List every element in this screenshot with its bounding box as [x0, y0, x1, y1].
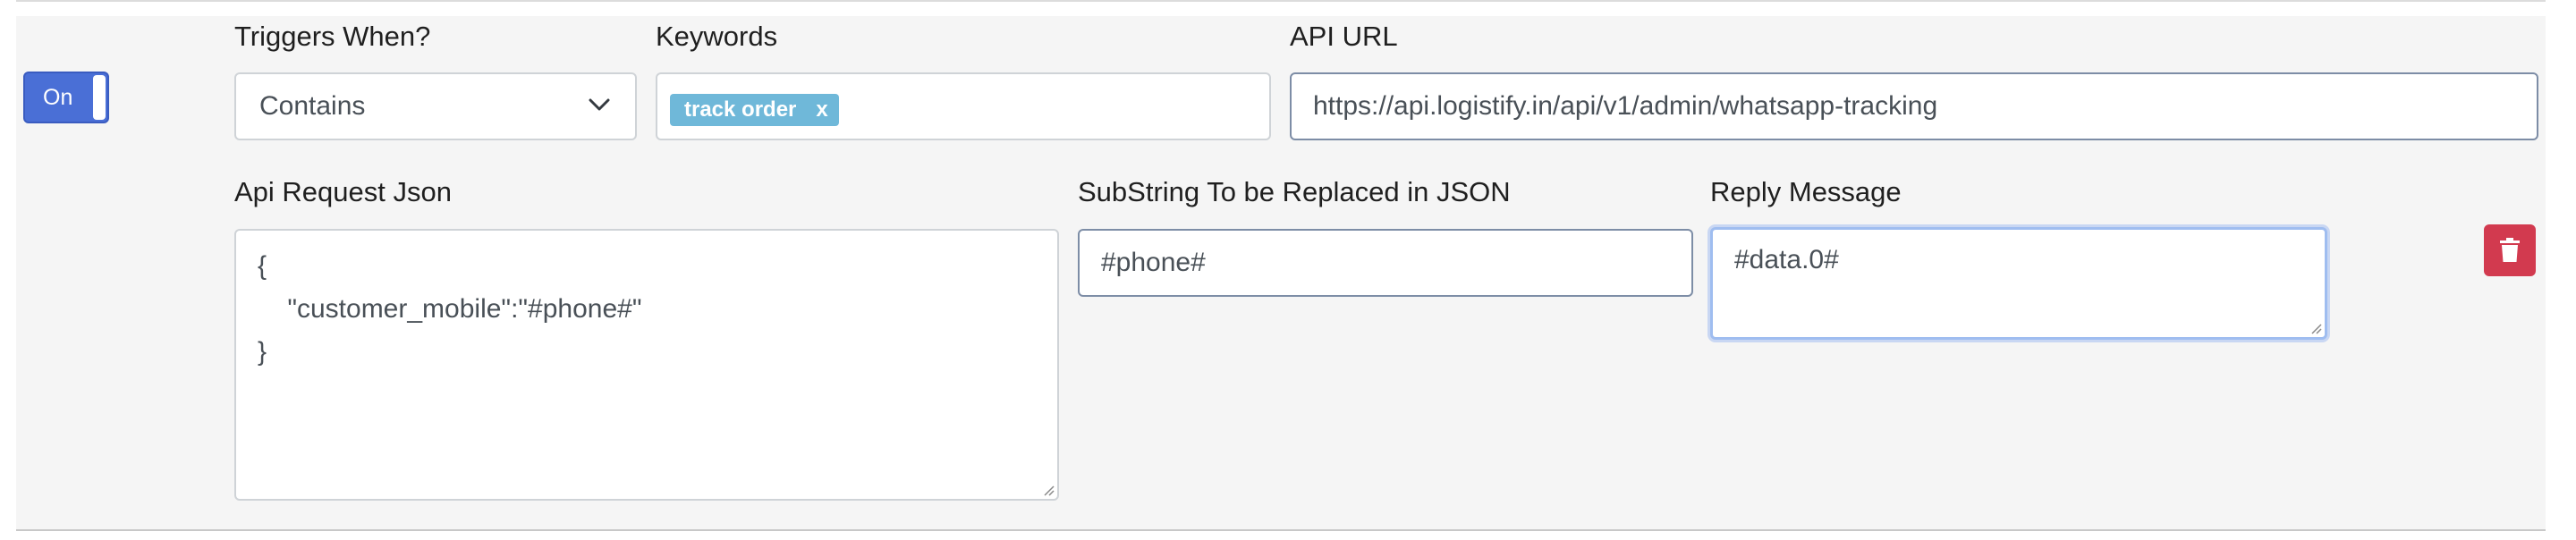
keyword-tag-label: track order	[684, 97, 797, 122]
keyword-tag: track order x	[670, 94, 839, 126]
substring-label: SubString To be Replaced in JSON	[1078, 176, 1511, 207]
api-request-json-label: Api Request Json	[234, 176, 452, 207]
triggers-select[interactable]: Contains	[234, 72, 637, 140]
status-toggle[interactable]: On	[23, 72, 109, 123]
toggle-label: On	[43, 85, 73, 110]
keywords-label: Keywords	[656, 21, 778, 52]
substring-value: #phone#	[1101, 248, 1206, 277]
triggers-selected-value: Contains	[259, 91, 366, 121]
triggers-label: Triggers When?	[234, 21, 431, 52]
api-url-label: API URL	[1290, 21, 1398, 52]
trash-icon	[2500, 238, 2520, 262]
reply-message-label: Reply Message	[1710, 176, 1902, 207]
substring-input[interactable]: #phone#	[1078, 229, 1693, 297]
resize-handle-icon[interactable]	[2309, 322, 2322, 334]
keywords-input[interactable]: track order x	[656, 72, 1271, 140]
api-url-input[interactable]: https://api.logistify.in/api/v1/admin/wh…	[1290, 72, 2538, 140]
api-request-json-value: { "customer_mobile":"#phone#" }	[258, 251, 642, 367]
api-url-value: https://api.logistify.in/api/v1/admin/wh…	[1313, 91, 1938, 121]
reply-message-textarea[interactable]: #data.0#	[1710, 227, 2327, 340]
reply-message-value: #data.0#	[1734, 245, 1839, 274]
top-divider	[16, 0, 2546, 2]
api-request-json-textarea[interactable]: { "customer_mobile":"#phone#" }	[234, 229, 1059, 501]
bottom-divider	[16, 529, 2546, 531]
remove-tag-icon[interactable]: x	[816, 97, 827, 122]
toggle-knob	[93, 75, 106, 120]
chevron-down-icon	[589, 98, 610, 111]
resize-handle-icon[interactable]	[1042, 484, 1055, 496]
delete-button[interactable]	[2484, 224, 2536, 276]
